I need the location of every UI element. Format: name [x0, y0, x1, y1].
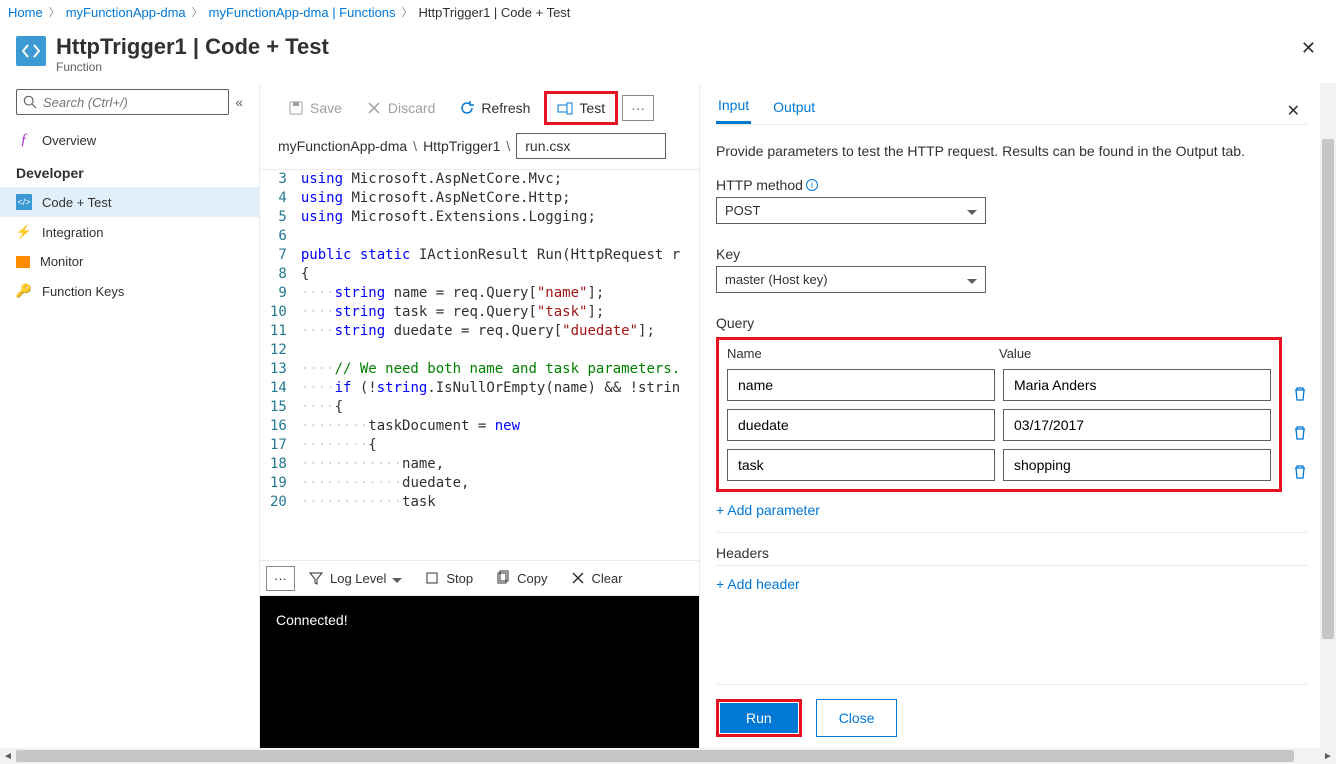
close-button[interactable]: Close [816, 699, 898, 737]
delete-row-button[interactable] [1292, 425, 1308, 444]
refresh-button[interactable]: Refresh [449, 94, 540, 122]
breadcrumb-functions[interactable]: myFunctionApp-dma | Functions [209, 5, 396, 20]
query-col-name: Name [727, 346, 999, 361]
panel-footer: Run Close [716, 684, 1308, 751]
headers-section-label: Headers [716, 545, 1308, 561]
key-icon: 🔑 [16, 283, 32, 299]
clear-icon [570, 570, 586, 586]
code-content[interactable]: using Microsoft.AspNetCore.Mvc;using Mic… [301, 170, 680, 512]
sidebar-item-function-keys[interactable]: 🔑 Function Keys [0, 276, 259, 306]
test-button[interactable]: Test [544, 91, 618, 125]
chevron-down-icon [967, 203, 977, 218]
chevron-down-icon [967, 272, 977, 287]
more-button[interactable]: ··· [622, 95, 654, 121]
close-panel-button[interactable]: ✕ [1287, 101, 1308, 121]
chevron-down-icon [392, 571, 402, 586]
line-gutter: 34567891011121314151617181920 [260, 170, 301, 512]
close-blade-button[interactable]: ✕ [1297, 34, 1320, 63]
filter-icon [308, 570, 324, 586]
path-bar: myFunctionApp-dma \ HttpTrigger1 \ run.c… [260, 133, 699, 169]
key-select[interactable]: master (Host key) [716, 266, 986, 293]
breadcrumb-current: HttpTrigger1 | Code + Test [419, 5, 571, 20]
stop-button[interactable]: Stop [415, 565, 482, 591]
stop-icon [424, 570, 440, 586]
refresh-icon [459, 100, 475, 116]
test-panel: Input Output ✕ Provide parameters to tes… [700, 83, 1336, 751]
save-button[interactable]: Save [278, 94, 352, 122]
toolbar: Save Discard Refresh Test ··· [260, 83, 699, 133]
key-label: Key [716, 246, 1308, 262]
breadcrumb-app[interactable]: myFunctionApp-dma [66, 5, 186, 20]
expand-logs-button[interactable]: ··· [266, 566, 295, 591]
sidebar-item-integration[interactable]: ⚡ Integration [0, 217, 259, 247]
sidebar-item-overview[interactable]: ƒ Overview [0, 125, 259, 155]
path-app: myFunctionApp-dma [278, 138, 407, 154]
code-brackets-icon [16, 36, 46, 66]
log-toolbar: ··· Log Level Stop Copy Clear [260, 561, 699, 596]
search-input-wrap[interactable] [16, 89, 229, 115]
query-name-input[interactable] [727, 449, 995, 481]
http-method-select[interactable]: POST [716, 197, 986, 224]
delete-row-button[interactable] [1292, 386, 1308, 405]
query-name-input[interactable] [727, 409, 995, 441]
copy-button[interactable]: Copy [486, 565, 556, 591]
search-icon [23, 95, 37, 109]
horizontal-scrollbar[interactable]: ◄► [0, 748, 1336, 764]
sidebar-group-developer: Developer [0, 155, 259, 187]
clear-button[interactable]: Clear [561, 565, 632, 591]
monitor-icon [16, 256, 30, 268]
query-col-value: Value [999, 346, 1271, 361]
delete-row-button[interactable] [1292, 464, 1308, 483]
file-select[interactable]: run.csx [516, 133, 666, 159]
query-value-input[interactable] [1003, 369, 1271, 401]
discard-button[interactable]: Discard [356, 94, 445, 122]
http-method-label: HTTP methodi [716, 177, 1308, 193]
breadcrumb: Home〉 myFunctionApp-dma〉 myFunctionApp-d… [0, 0, 1336, 24]
add-header-link[interactable]: + Add header [716, 572, 800, 596]
save-icon [288, 100, 304, 116]
copy-icon [495, 570, 511, 586]
add-parameter-link[interactable]: + Add parameter [716, 498, 820, 532]
page-subtitle: Function [56, 60, 329, 74]
breadcrumb-home[interactable]: Home [8, 5, 43, 20]
tab-output[interactable]: Output [771, 99, 817, 123]
query-name-input[interactable] [727, 369, 995, 401]
collapse-sidebar-button[interactable]: « [235, 94, 243, 110]
function-icon: ƒ [16, 132, 32, 148]
page-header: HttpTrigger1 | Code + Test Function ✕ [0, 24, 1336, 83]
query-value-input[interactable] [1003, 409, 1271, 441]
console-output: Connected! [260, 596, 699, 751]
path-function: HttpTrigger1 [423, 138, 500, 154]
sidebar-item-code-test[interactable]: </> Code + Test [0, 187, 259, 217]
sidebar: « ƒ Overview Developer </> Code + Test ⚡… [0, 83, 260, 751]
panel-hint: Provide parameters to test the HTTP requ… [716, 143, 1308, 159]
log-level-button[interactable]: Log Level [299, 565, 411, 591]
run-button[interactable]: Run [720, 703, 798, 733]
search-input[interactable] [43, 95, 222, 110]
page-title: HttpTrigger1 | Code + Test [56, 34, 329, 60]
query-value-input[interactable] [1003, 449, 1271, 481]
test-icon [557, 100, 573, 116]
center-column: Save Discard Refresh Test ··· myFunction… [260, 83, 700, 751]
panel-scrollbar[interactable] [1320, 83, 1336, 751]
bolt-icon: ⚡ [16, 224, 32, 240]
sidebar-item-monitor[interactable]: Monitor [0, 247, 259, 276]
code-editor[interactable]: 34567891011121314151617181920 using Micr… [260, 169, 699, 561]
info-icon[interactable]: i [806, 179, 818, 191]
discard-icon [366, 100, 382, 116]
code-icon: </> [16, 194, 32, 210]
query-section-label: Query [716, 315, 1308, 331]
tab-input[interactable]: Input [716, 97, 751, 124]
